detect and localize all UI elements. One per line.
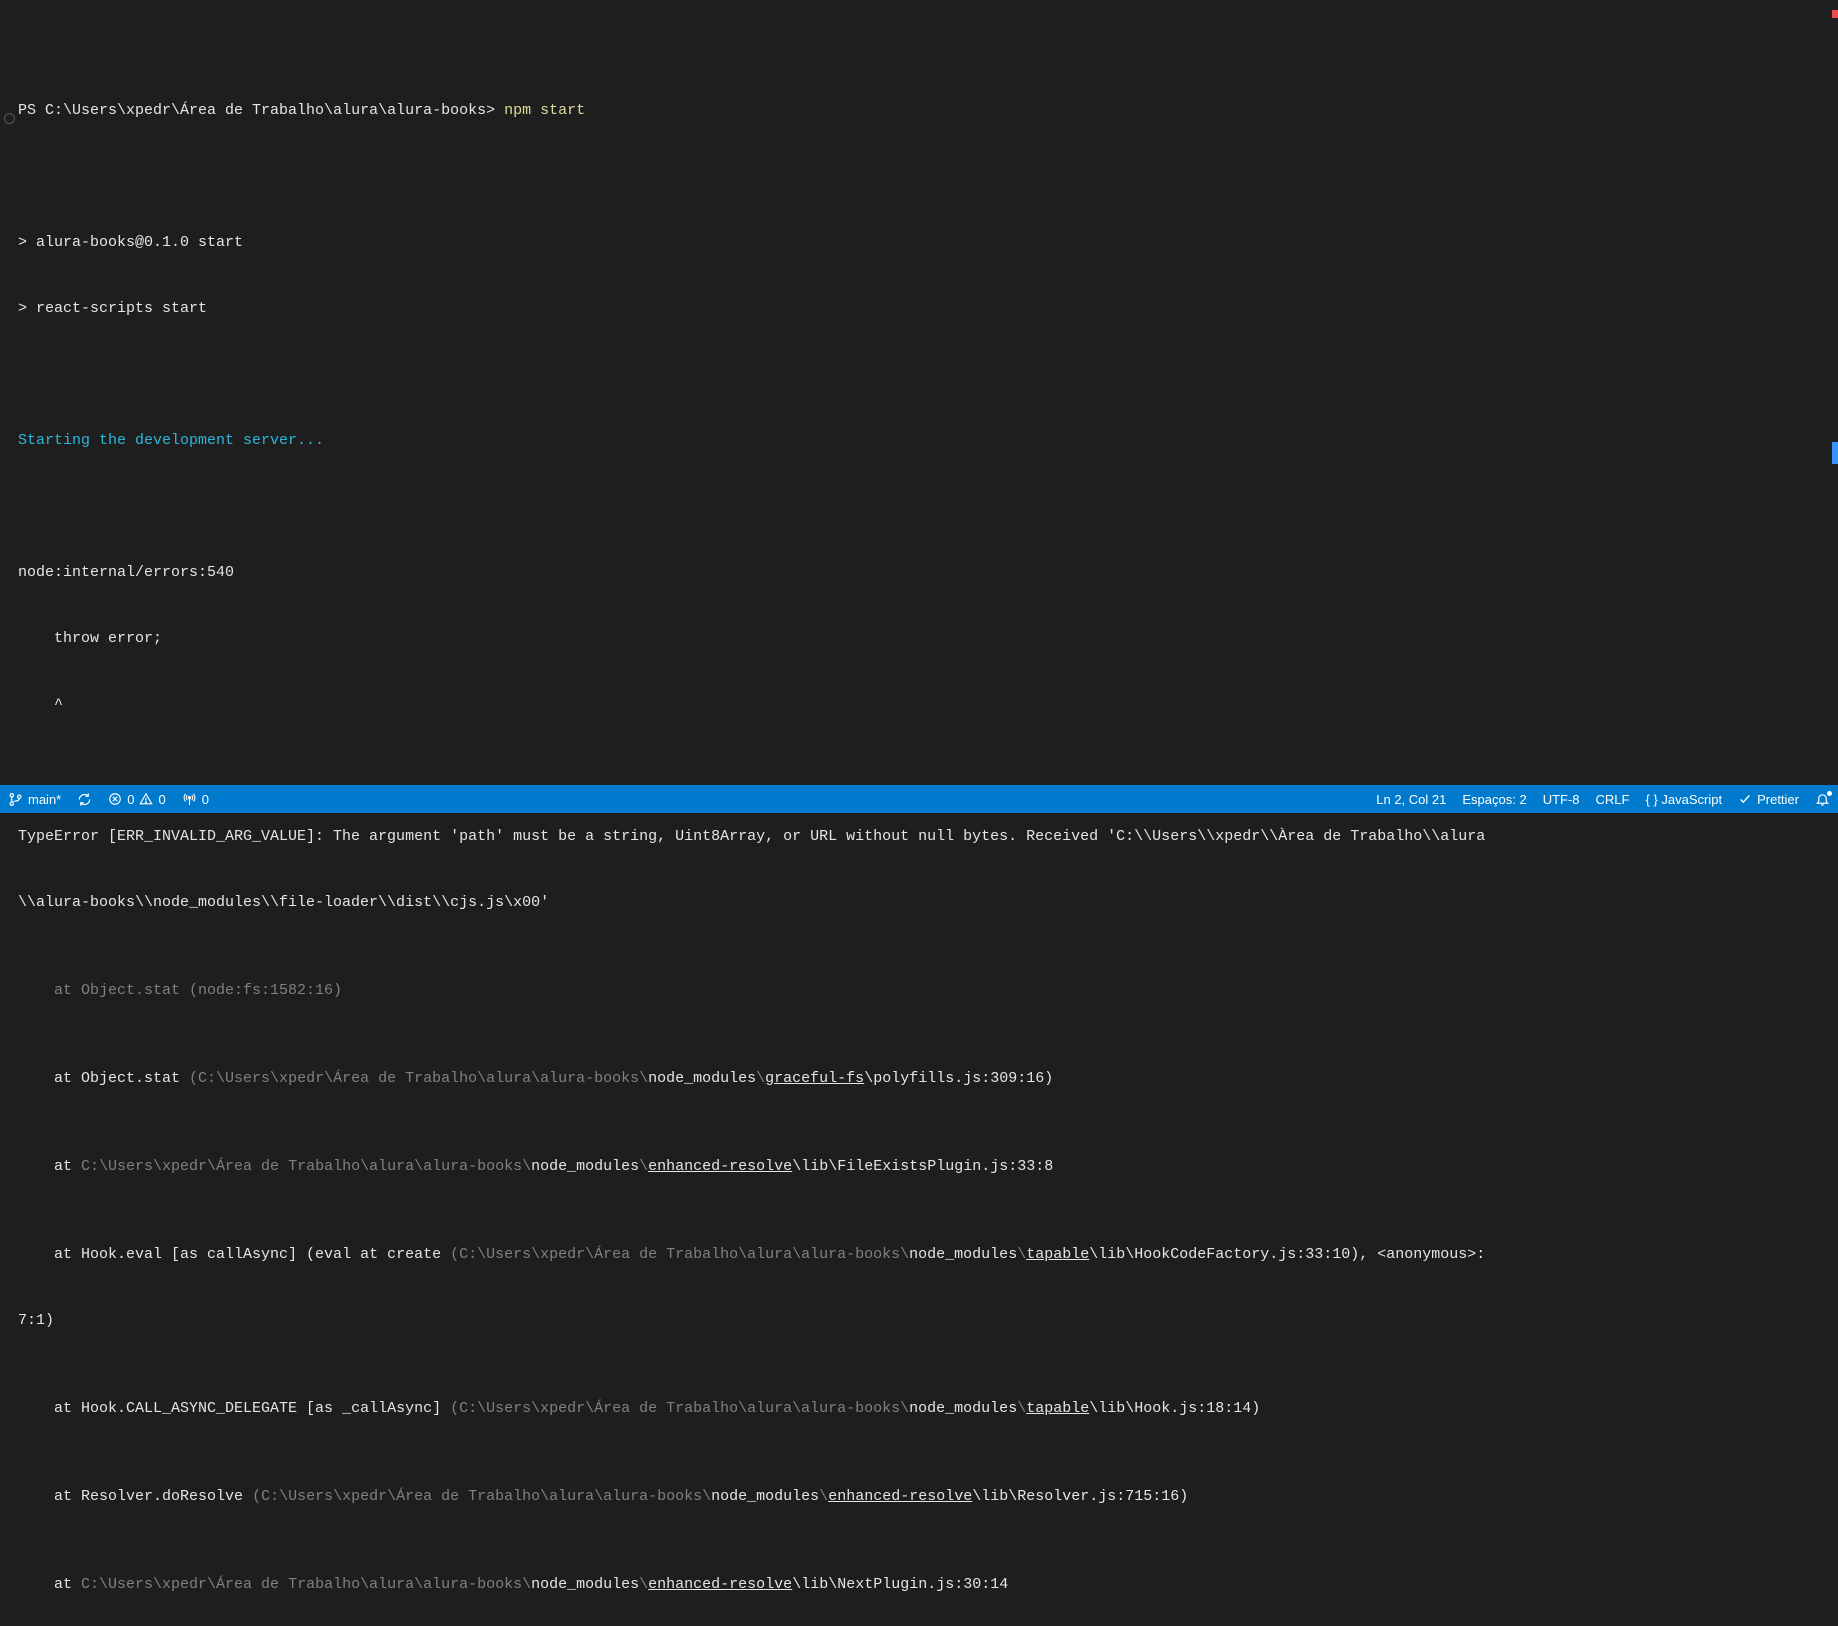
gutter-decoration-icon: [4, 113, 15, 124]
encoding-item[interactable]: UTF-8: [1535, 785, 1588, 813]
overview-ruler-error-icon: [1832, 10, 1838, 18]
starting-server-line: Starting the development server...: [18, 430, 1838, 452]
prettier-item[interactable]: Prettier: [1730, 785, 1807, 813]
cwd: C:\Users\xpedr\Área de Trabalho\alura\al…: [45, 102, 486, 119]
eol-item[interactable]: CRLF: [1588, 785, 1638, 813]
error-line: ^: [18, 694, 1838, 716]
terminal-line: PS C:\Users\xpedr\Área de Trabalho\alura…: [18, 100, 1838, 122]
terminal-panel[interactable]: PS C:\Users\xpedr\Área de Trabalho\alura…: [0, 0, 1838, 785]
overview-ruler-selection-icon: [1832, 442, 1838, 464]
notifications-button[interactable]: [1807, 785, 1838, 813]
language-mode[interactable]: { } JavaScript: [1637, 785, 1730, 813]
warning-count: 0: [158, 792, 165, 807]
stack-line: at C:\Users\xpedr\Área de Trabalho\alura…: [18, 1574, 1838, 1596]
check-icon: [1738, 792, 1752, 806]
status-bar: main* 0 0: [0, 785, 1838, 813]
stack-line: 7:1): [18, 1310, 1838, 1332]
bell-icon: [1815, 792, 1830, 807]
stack-line: at Hook.CALL_ASYNC_DELEGATE [as _callAsy…: [18, 1398, 1838, 1420]
stack-line: at C:\Users\xpedr\Área de Trabalho\alura…: [18, 1156, 1838, 1178]
stack-line: at Object.stat (C:\Users\xpedr\Área de T…: [18, 1068, 1838, 1090]
script-line: > react-scripts start: [18, 298, 1838, 320]
stack-line: at Hook.eval [as callAsync] (eval at cre…: [18, 1244, 1838, 1266]
sync-icon: [77, 792, 92, 807]
type-error-line: \\alura-books\\node_modules\\file-loader…: [18, 892, 1838, 914]
ports-count: 0: [202, 792, 209, 807]
error-count: 0: [127, 792, 134, 807]
error-line: node:internal/errors:540: [18, 562, 1838, 584]
git-branch-item[interactable]: main*: [0, 785, 69, 813]
sync-button[interactable]: [69, 785, 100, 813]
ps-prompt: PS: [18, 102, 45, 119]
type-error-line: TypeError [ERR_INVALID_ARG_VALUE]: The a…: [18, 826, 1838, 848]
warning-icon: [139, 792, 153, 806]
error-icon: [108, 792, 122, 806]
source-control-icon: [8, 792, 23, 807]
stack-line: at Resolver.doResolve (C:\Users\xpedr\Ár…: [18, 1486, 1838, 1508]
indentation-item[interactable]: Espaços: 2: [1454, 785, 1534, 813]
problems-item[interactable]: 0 0: [100, 785, 173, 813]
radio-tower-icon: [182, 792, 197, 807]
stack-line: at Object.stat (node:fs:1582:16): [18, 980, 1838, 1002]
error-line: throw error;: [18, 628, 1838, 650]
branch-name: main*: [28, 792, 61, 807]
command: npm start: [504, 102, 585, 119]
cursor-position[interactable]: Ln 2, Col 21: [1368, 785, 1454, 813]
ports-item[interactable]: 0: [174, 785, 217, 813]
script-line: > alura-books@0.1.0 start: [18, 232, 1838, 254]
